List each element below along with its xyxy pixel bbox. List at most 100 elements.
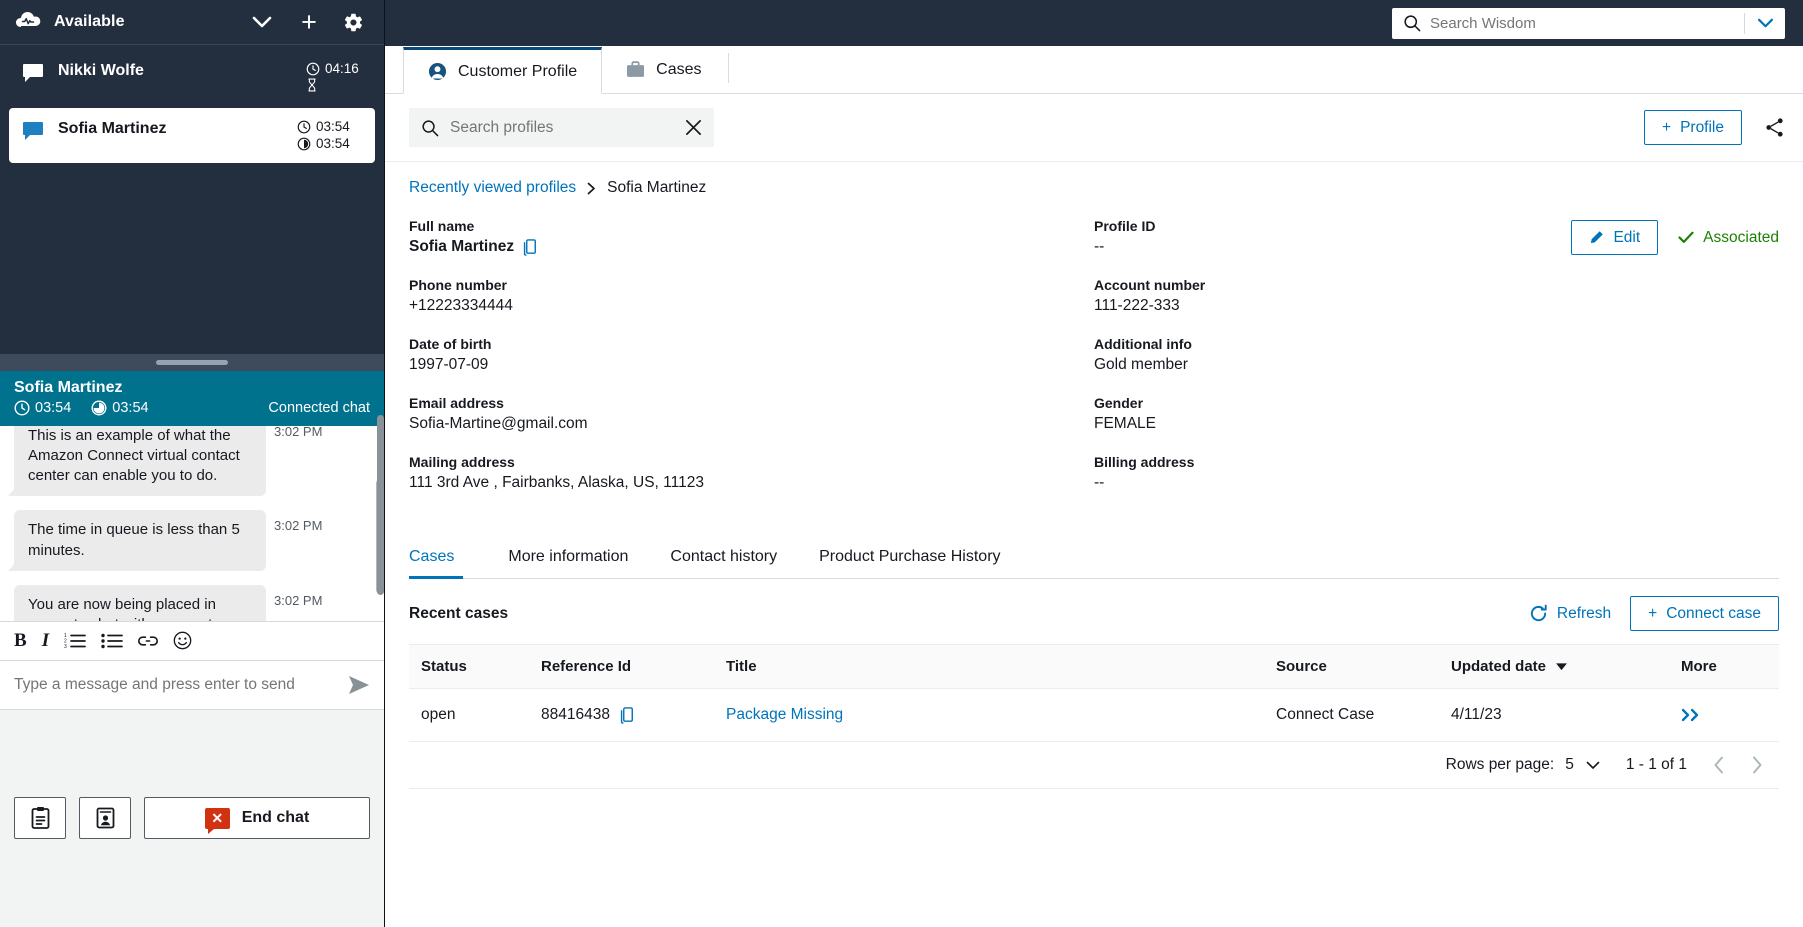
breadcrumb-root-link[interactable]: Recently viewed profiles [409,179,576,197]
column-header-title[interactable]: Title [714,644,1264,689]
wisdom-search-input[interactable] [1421,14,1744,32]
edit-label: Edit [1613,228,1641,246]
copy-icon[interactable] [523,238,539,256]
ccp-empty-space [0,166,384,354]
refresh-button[interactable]: Refresh [1529,604,1611,623]
cases-table: Status Reference Id Title Source Updated… [409,644,1779,742]
check-icon [1678,231,1694,244]
contact-hourglass [306,78,318,92]
chat-transcript-wrapper: This is an example of what the Amazon Co… [0,425,384,621]
field-label: Billing address [1094,454,1195,470]
contact-timer-value: 03:54 [316,119,350,134]
bold-icon[interactable]: B [14,630,27,652]
cell-more [1669,688,1779,742]
cell-source: Connect Case [1264,688,1439,742]
cases-table-head: Status Reference Id Title Source Updated… [409,644,1779,689]
reference-id-wrap: 88416438 [541,706,636,724]
sub-tab-more-information[interactable]: More information [487,539,649,578]
contact-row-sofia-martinez[interactable]: Sofia Martinez 03:54 03:54 [9,108,375,163]
tab-customer-profile[interactable]: Customer Profile [403,47,603,94]
sortable-header[interactable]: Updated date [1451,658,1568,675]
chat-message-text: This is an example of what the Amazon Co… [8,425,266,497]
field-value: -- [1094,474,1105,491]
ordered-list-icon[interactable]: 123 [64,632,86,649]
agent-status-label: Available [54,13,125,30]
chevron-right-icon [587,182,596,195]
column-header-status[interactable]: Status [409,644,529,689]
ccp-action-bar: ✕ End chat [0,709,384,927]
end-chat-button[interactable]: ✕ End chat [144,797,370,840]
field-additional-info: Additional info Gold member [1094,336,1779,374]
rich-text-toolbar: B I 123 [0,620,384,661]
rows-per-page-value: 5 [1565,756,1574,773]
ccp-scrollbar[interactable] [377,415,384,595]
profile-sub-tabs: Cases More information Contact history P… [409,539,1779,579]
chat-message-time: 3:02 PM [274,425,323,439]
share-icon[interactable] [1764,117,1785,138]
rows-per-page-select[interactable]: 5 [1565,756,1600,774]
message-composer [0,660,384,710]
column-header-source[interactable]: Source [1264,644,1439,689]
plus-icon[interactable]: + [292,8,326,36]
chat-timer-connected: 03:54 [14,400,71,416]
gear-icon[interactable] [336,12,370,33]
sub-tab-label: More information [508,548,629,565]
expand-row-icon[interactable] [1681,708,1767,722]
previous-page-button[interactable] [1713,756,1725,774]
case-title-link[interactable]: Package Missing [726,706,843,723]
sub-tab-contact-history[interactable]: Contact history [649,539,798,578]
tab-cases[interactable]: Cases [602,46,725,93]
close-icon[interactable] [685,119,702,136]
chevron-down-icon[interactable] [242,16,282,29]
field-value: Gold member [1094,356,1188,373]
sub-tab-product-purchase-history[interactable]: Product Purchase History [798,539,1021,578]
contact-name: Sofia Martinez [58,120,167,137]
contact-card-button[interactable] [79,797,131,840]
search-icon [1403,14,1421,32]
panel-resize-handle[interactable] [0,353,384,371]
field-account-number: Account number 111-222-333 [1094,277,1779,315]
field-label: Account number [1094,277,1206,293]
column-header-reference-id[interactable]: Reference Id [529,644,714,689]
chat-bubble-icon [22,121,44,143]
emoji-icon[interactable] [173,631,192,650]
send-icon[interactable] [342,675,370,695]
bullet-list-icon[interactable] [101,632,123,649]
field-value: Sofia-Martine@gmail.com [409,415,588,432]
cases-header-actions: Refresh + Connect case [1529,596,1779,631]
message-input[interactable] [14,675,342,694]
italic-icon[interactable]: I [42,630,49,652]
field-value: +12223334444 [409,297,513,314]
profile-search-input[interactable] [450,118,674,137]
pagination-range: 1 - 1 of 1 [1625,756,1687,773]
table-row[interactable]: open 88416438 Package Missing Connect Ca… [409,688,1779,742]
copy-icon[interactable] [620,706,636,724]
profile-search-box [409,108,714,147]
cell-title: Package Missing [714,688,1264,742]
chat-message: You are now being placed in queue to cha… [14,584,370,621]
sub-tab-cases[interactable]: Cases [409,539,475,579]
contact-row-nikki-wolfe[interactable]: Nikki Wolfe 04:16 [0,50,384,105]
quick-responses-button[interactable] [14,797,66,840]
chevron-down-icon[interactable] [1745,18,1785,29]
field-billing-address: Billing address -- [1094,454,1779,492]
contact-timers: 04:16 [306,61,372,92]
chat-message-text: The time in queue is less than 5 minutes… [8,510,266,571]
column-header-updated-date[interactable]: Updated date [1439,644,1669,689]
link-icon[interactable] [138,634,159,648]
contact-timer-connected: 04:16 [306,61,359,76]
cell-status: open [409,688,529,742]
end-chat-label: End chat [241,809,310,827]
next-page-button[interactable] [1751,756,1763,774]
profile-fields-right: Profile ID -- Account number 111-222-333… [1094,218,1779,513]
connect-case-button[interactable]: + Connect case [1630,596,1779,631]
svg-text:3: 3 [64,644,67,649]
edit-profile-button[interactable]: Edit [1571,220,1659,255]
cases-header: Recent cases Refresh + Connect case [409,579,1779,644]
status-badge: Associated [1678,229,1779,247]
profile-fields-left: Full name Sofia Martinez Phone number +1… [409,218,1094,513]
field-date-of-birth: Date of birth 1997-07-09 [409,336,1094,374]
add-profile-button[interactable]: + Profile [1644,110,1742,145]
field-value: 1997-07-09 [409,356,489,373]
chat-message-time: 3:02 PM [274,592,323,608]
